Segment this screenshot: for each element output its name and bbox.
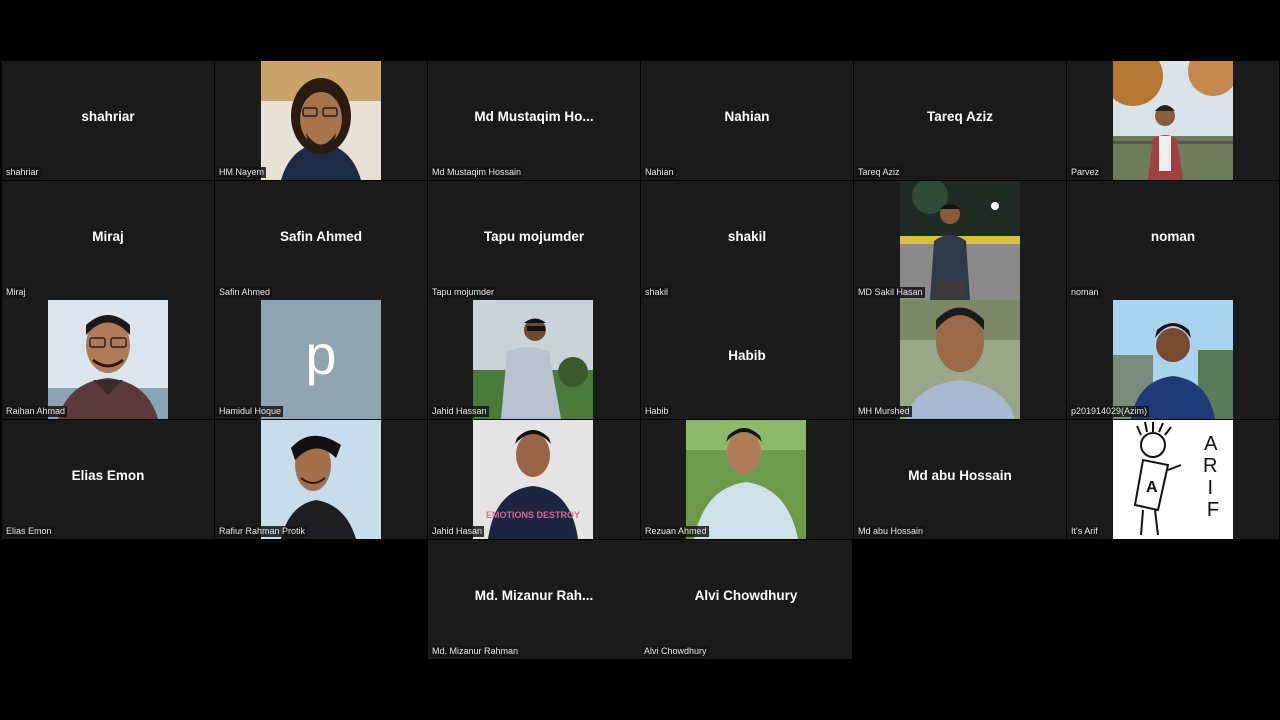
participant-tile[interactable]: Rezuan Ahmed [641, 420, 853, 539]
participant-label: Jahid Hassan [430, 406, 489, 417]
participant-video: A A R I F [1113, 420, 1233, 539]
participant-tile[interactable]: Tapu mojumder Tapu mojumder [428, 181, 640, 300]
participant-display-name: Tareq Aziz [926, 109, 993, 124]
participant-tile[interactable]: Md abu Hossain Md abu Hossain [854, 420, 1066, 539]
participant-video [686, 420, 806, 539]
participant-label: HM Nayem [217, 167, 267, 178]
participant-label: Alvi Chowdhury [642, 646, 709, 657]
participant-label: Nahian [643, 167, 676, 178]
participant-label: MH Murshed [856, 406, 912, 417]
participant-label: Parvez [1069, 167, 1102, 178]
participant-label: Raihan Ahmad [4, 406, 68, 417]
participant-tile[interactable]: shahriar shahriar [2, 61, 214, 180]
video-grid: shahriar shahriar HM Nayem Md Mustaqim H… [2, 61, 1279, 540]
participant-label: Rafiur Rahman Protik [217, 526, 308, 537]
participant-label: Habib [643, 406, 671, 417]
participant-tile[interactable]: p Hamidul Hoque [215, 300, 427, 419]
participant-tile[interactable]: Nahian Nahian [641, 61, 853, 180]
participant-video [48, 300, 168, 419]
participant-label: Md Mustaqim Hossain [430, 167, 524, 178]
participant-tile[interactable]: MH Murshed [854, 300, 1066, 419]
participant-display-name: Md Mustaqim Ho... [474, 109, 594, 124]
participant-label: Safin Ahmed [217, 287, 273, 298]
participant-label: Elias Emon [4, 526, 54, 537]
participant-label: Md abu Hossain [856, 526, 926, 537]
participant-video [261, 61, 381, 180]
participant-video [1113, 300, 1233, 419]
participant-label: shakil [643, 287, 671, 298]
participant-display-name: shakil [727, 229, 767, 244]
participant-tile[interactable]: p201914029(Azim) [1067, 300, 1279, 419]
participant-video: EMOTIONS DESTROY [473, 420, 593, 539]
participant-tile[interactable]: Elias Emon Elias Emon [2, 420, 214, 539]
participant-tile[interactable]: Raihan Ahmad [2, 300, 214, 419]
participant-display-name: shahriar [81, 109, 135, 124]
video-grid-overflow-row: Md. Mizanur Rah... Md. Mizanur Rahman Al… [428, 540, 852, 659]
shirt-print: EMOTIONS DESTROY [486, 510, 580, 520]
participant-display-name: Md. Mizanur Rah... [474, 588, 594, 603]
participant-label: It's Arif [1069, 526, 1100, 537]
participant-label: MD Sakil Hasan [856, 287, 925, 298]
participant-display-name: Safin Ahmed [279, 229, 362, 244]
participant-tile[interactable]: Parvez [1067, 61, 1279, 180]
participant-tile[interactable]: shakil shakil [641, 181, 853, 300]
participant-tile[interactable]: Md. Mizanur Rah... Md. Mizanur Rahman [428, 540, 640, 659]
participant-label: Tareq Aziz [856, 167, 902, 178]
participant-display-name: Alvi Chowdhury [694, 588, 798, 603]
participant-tile[interactable]: A A R I F It's Arif [1067, 420, 1279, 539]
participant-label: Hamidul Hoque [217, 406, 284, 417]
participant-display-name: noman [1150, 229, 1196, 244]
participant-label: shahriar [4, 167, 41, 178]
participant-video [1113, 61, 1233, 180]
participant-tile[interactable]: Safin Ahmed Safin Ahmed [215, 181, 427, 300]
participant-video [473, 300, 593, 419]
participant-tile[interactable]: Tareq Aziz Tareq Aziz [854, 61, 1066, 180]
participant-display-name: Elias Emon [71, 468, 145, 483]
participant-tile[interactable]: noman noman [1067, 181, 1279, 300]
drawing-shirt-letter: A [1146, 479, 1158, 496]
participant-display-name: Tapu mojumder [483, 229, 585, 244]
participant-video [900, 181, 1020, 300]
participant-tile[interactable]: Alvi Chowdhury Alvi Chowdhury [640, 540, 852, 659]
participant-label: Tapu mojumder [430, 287, 497, 298]
participant-tile[interactable]: Habib Habib [641, 300, 853, 419]
participant-tile[interactable]: Miraj Miraj [2, 181, 214, 300]
avatar-letter: p [305, 322, 337, 386]
participant-tile[interactable]: MD Sakil Hasan [854, 181, 1066, 300]
participant-label: Miraj [4, 287, 28, 298]
participant-label: noman [1069, 287, 1101, 298]
avatar: p [261, 300, 381, 419]
participant-display-name: Md abu Hossain [908, 468, 1012, 483]
participant-display-name: Habib [728, 348, 766, 363]
participant-video [261, 420, 381, 539]
participant-tile[interactable]: HM Nayem [215, 61, 427, 180]
participant-tile[interactable]: Md Mustaqim Ho... Md Mustaqim Hossain [428, 61, 640, 180]
participant-tile[interactable]: EMOTIONS DESTROY Jahid Hasan [428, 420, 640, 539]
participant-label: Rezuan Ahmed [643, 526, 709, 537]
participant-display-name: Nahian [724, 109, 770, 124]
participant-label: p201914029(Azim) [1069, 406, 1150, 417]
participant-label: Md. Mizanur Rahman [430, 646, 521, 657]
participant-tile[interactable]: Jahid Hassan [428, 300, 640, 419]
participant-tile[interactable]: Rafiur Rahman Protik [215, 420, 427, 539]
participant-video [900, 300, 1020, 419]
participant-label: Jahid Hasan [430, 526, 485, 537]
participant-display-name: Miraj [92, 229, 124, 244]
